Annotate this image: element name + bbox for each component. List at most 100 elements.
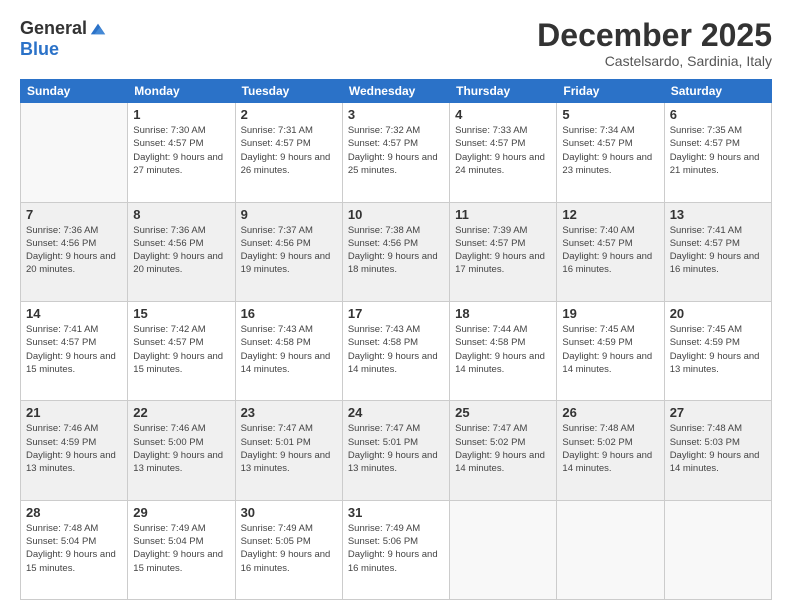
day-info: Sunrise: 7:49 AMSunset: 5:04 PMDaylight:… (133, 522, 229, 575)
day-number: 22 (133, 405, 229, 420)
logo-general-text: General (20, 18, 87, 39)
month-title: December 2025 (537, 18, 772, 53)
day-info: Sunrise: 7:47 AMSunset: 5:01 PMDaylight:… (241, 422, 337, 475)
calendar-cell: 18 Sunrise: 7:44 AMSunset: 4:58 PMDayligh… (450, 301, 557, 400)
day-number: 2 (241, 107, 337, 122)
page: General Blue December 2025 Castelsardo, … (0, 0, 792, 612)
day-info: Sunrise: 7:33 AMSunset: 4:57 PMDaylight:… (455, 124, 551, 177)
day-number: 25 (455, 405, 551, 420)
calendar-week-row: 14 Sunrise: 7:41 AMSunset: 4:57 PMDayligh… (21, 301, 772, 400)
calendar-cell: 27 Sunrise: 7:48 AMSunset: 5:03 PMDayligh… (664, 401, 771, 500)
calendar-week-row: 1 Sunrise: 7:30 AMSunset: 4:57 PMDaylight… (21, 103, 772, 202)
logo-blue-text: Blue (20, 39, 59, 60)
day-info: Sunrise: 7:46 AMSunset: 5:00 PMDaylight:… (133, 422, 229, 475)
day-info: Sunrise: 7:38 AMSunset: 4:56 PMDaylight:… (348, 224, 444, 277)
calendar-table: Sunday Monday Tuesday Wednesday Thursday… (20, 79, 772, 600)
header-saturday: Saturday (664, 80, 771, 103)
day-number: 1 (133, 107, 229, 122)
day-number: 7 (26, 207, 122, 222)
calendar-cell: 1 Sunrise: 7:30 AMSunset: 4:57 PMDaylight… (128, 103, 235, 202)
logo: General Blue (20, 18, 107, 60)
calendar-cell: 22 Sunrise: 7:46 AMSunset: 5:00 PMDayligh… (128, 401, 235, 500)
calendar-cell: 3 Sunrise: 7:32 AMSunset: 4:57 PMDaylight… (342, 103, 449, 202)
day-info: Sunrise: 7:49 AMSunset: 5:05 PMDaylight:… (241, 522, 337, 575)
day-info: Sunrise: 7:31 AMSunset: 4:57 PMDaylight:… (241, 124, 337, 177)
title-block: December 2025 Castelsardo, Sardinia, Ita… (537, 18, 772, 69)
calendar-cell: 23 Sunrise: 7:47 AMSunset: 5:01 PMDayligh… (235, 401, 342, 500)
day-info: Sunrise: 7:47 AMSunset: 5:02 PMDaylight:… (455, 422, 551, 475)
day-number: 15 (133, 306, 229, 321)
calendar-cell: 9 Sunrise: 7:37 AMSunset: 4:56 PMDaylight… (235, 202, 342, 301)
header-thursday: Thursday (450, 80, 557, 103)
day-info: Sunrise: 7:48 AMSunset: 5:04 PMDaylight:… (26, 522, 122, 575)
header: General Blue December 2025 Castelsardo, … (20, 18, 772, 69)
day-info: Sunrise: 7:40 AMSunset: 4:57 PMDaylight:… (562, 224, 658, 277)
day-info: Sunrise: 7:43 AMSunset: 4:58 PMDaylight:… (241, 323, 337, 376)
day-info: Sunrise: 7:43 AMSunset: 4:58 PMDaylight:… (348, 323, 444, 376)
calendar-cell: 13Sunrise: 7:41 AMSunset: 4:57 PMDayligh… (664, 202, 771, 301)
calendar-cell (664, 500, 771, 599)
day-number: 28 (26, 505, 122, 520)
day-number: 12 (562, 207, 658, 222)
day-number: 31 (348, 505, 444, 520)
calendar-cell: 4 Sunrise: 7:33 AMSunset: 4:57 PMDaylight… (450, 103, 557, 202)
day-info: Sunrise: 7:36 AMSunset: 4:56 PMDaylight:… (133, 224, 229, 277)
day-info: Sunrise: 7:39 AMSunset: 4:57 PMDaylight:… (455, 224, 551, 277)
calendar-cell: 7 Sunrise: 7:36 AMSunset: 4:56 PMDaylight… (21, 202, 128, 301)
calendar-cell: 8 Sunrise: 7:36 AMSunset: 4:56 PMDaylight… (128, 202, 235, 301)
calendar-week-row: 28 Sunrise: 7:48 AMSunset: 5:04 PMDayligh… (21, 500, 772, 599)
calendar-cell: 6 Sunrise: 7:35 AMSunset: 4:57 PMDaylight… (664, 103, 771, 202)
day-info: Sunrise: 7:36 AMSunset: 4:56 PMDaylight:… (26, 224, 122, 277)
header-wednesday: Wednesday (342, 80, 449, 103)
calendar-cell (557, 500, 664, 599)
calendar-week-row: 7 Sunrise: 7:36 AMSunset: 4:56 PMDaylight… (21, 202, 772, 301)
day-number: 26 (562, 405, 658, 420)
calendar-cell: 5Sunrise: 7:34 AMSunset: 4:57 PMDaylight… (557, 103, 664, 202)
day-number: 4 (455, 107, 551, 122)
header-monday: Monday (128, 80, 235, 103)
day-number: 10 (348, 207, 444, 222)
day-number: 27 (670, 405, 766, 420)
calendar-cell: 24 Sunrise: 7:47 AMSunset: 5:01 PMDayligh… (342, 401, 449, 500)
day-info: Sunrise: 7:41 AMSunset: 4:57 PMDaylight:… (26, 323, 122, 376)
day-number: 14 (26, 306, 122, 321)
calendar-cell: 10 Sunrise: 7:38 AMSunset: 4:56 PMDayligh… (342, 202, 449, 301)
day-number: 13 (670, 207, 766, 222)
day-number: 8 (133, 207, 229, 222)
calendar-cell: 14 Sunrise: 7:41 AMSunset: 4:57 PMDayligh… (21, 301, 128, 400)
day-info: Sunrise: 7:34 AMSunset: 4:57 PMDaylight:… (562, 124, 658, 177)
day-info: Sunrise: 7:48 AMSunset: 5:02 PMDaylight:… (562, 422, 658, 475)
calendar-cell: 20 Sunrise: 7:45 AMSunset: 4:59 PMDayligh… (664, 301, 771, 400)
day-info: Sunrise: 7:48 AMSunset: 5:03 PMDaylight:… (670, 422, 766, 475)
day-info: Sunrise: 7:35 AMSunset: 4:57 PMDaylight:… (670, 124, 766, 177)
calendar-cell: 28 Sunrise: 7:48 AMSunset: 5:04 PMDayligh… (21, 500, 128, 599)
day-number: 17 (348, 306, 444, 321)
weekday-header-row: Sunday Monday Tuesday Wednesday Thursday… (21, 80, 772, 103)
day-number: 3 (348, 107, 444, 122)
day-number: 24 (348, 405, 444, 420)
header-tuesday: Tuesday (235, 80, 342, 103)
day-info: Sunrise: 7:44 AMSunset: 4:58 PMDaylight:… (455, 323, 551, 376)
header-sunday: Sunday (21, 80, 128, 103)
day-info: Sunrise: 7:49 AMSunset: 5:06 PMDaylight:… (348, 522, 444, 575)
day-number: 20 (670, 306, 766, 321)
day-info: Sunrise: 7:30 AMSunset: 4:57 PMDaylight:… (133, 124, 229, 177)
day-info: Sunrise: 7:45 AMSunset: 4:59 PMDaylight:… (562, 323, 658, 376)
day-number: 11 (455, 207, 551, 222)
day-info: Sunrise: 7:46 AMSunset: 4:59 PMDaylight:… (26, 422, 122, 475)
day-info: Sunrise: 7:45 AMSunset: 4:59 PMDaylight:… (670, 323, 766, 376)
location-subtitle: Castelsardo, Sardinia, Italy (537, 53, 772, 69)
day-info: Sunrise: 7:47 AMSunset: 5:01 PMDaylight:… (348, 422, 444, 475)
day-info: Sunrise: 7:32 AMSunset: 4:57 PMDaylight:… (348, 124, 444, 177)
calendar-cell: 21Sunrise: 7:46 AMSunset: 4:59 PMDayligh… (21, 401, 128, 500)
day-number: 23 (241, 405, 337, 420)
calendar-cell: 17 Sunrise: 7:43 AMSunset: 4:58 PMDayligh… (342, 301, 449, 400)
calendar-cell: 11 Sunrise: 7:39 AMSunset: 4:57 PMDayligh… (450, 202, 557, 301)
day-number: 6 (670, 107, 766, 122)
day-info: Sunrise: 7:37 AMSunset: 4:56 PMDaylight:… (241, 224, 337, 277)
day-number: 9 (241, 207, 337, 222)
day-number: 30 (241, 505, 337, 520)
day-number: 19 (562, 306, 658, 321)
calendar-cell: 19 Sunrise: 7:45 AMSunset: 4:59 PMDayligh… (557, 301, 664, 400)
day-number: 18 (455, 306, 551, 321)
